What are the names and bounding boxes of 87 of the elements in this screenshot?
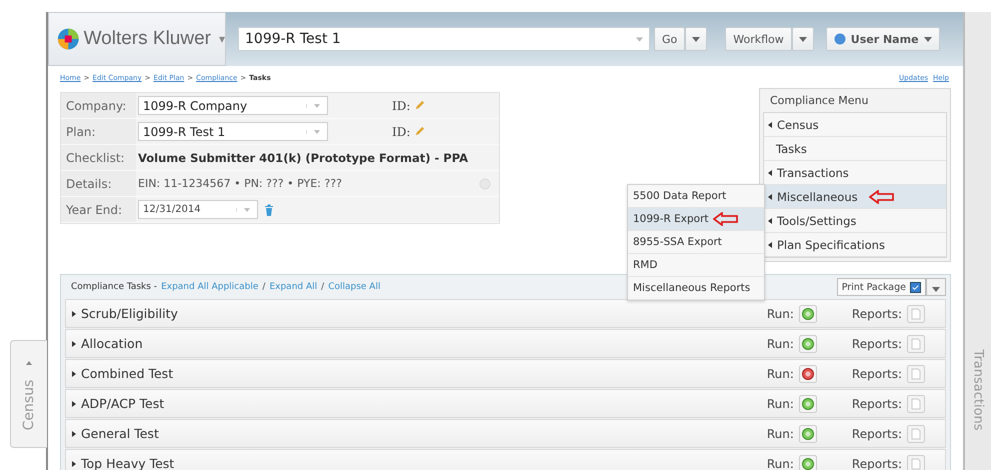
date-field[interactable]: 12/31/2014 xyxy=(138,200,258,219)
menu-title: Compliance Menu xyxy=(769,93,870,109)
pencil-icon[interactable] xyxy=(414,100,426,111)
dropdown-caret-icon xyxy=(636,36,643,42)
menu-item[interactable]: 1099-R Export xyxy=(628,208,764,231)
globe-logo-icon xyxy=(57,26,80,52)
report-document-icon[interactable] xyxy=(907,454,925,470)
expand-arrow-icon xyxy=(72,460,76,466)
run-label: Run: xyxy=(766,396,794,410)
link-separator: / xyxy=(262,282,266,292)
select-field[interactable]: 1099-R Company xyxy=(138,96,328,115)
run-status-icon[interactable] xyxy=(798,424,817,442)
link-separator: / xyxy=(321,282,324,292)
run-label: Run: xyxy=(766,366,794,380)
workflow-dropdown-button[interactable] xyxy=(792,27,814,51)
menu-item[interactable]: 8955-SSA Export xyxy=(628,231,764,254)
caret-icon xyxy=(932,286,940,292)
select-field[interactable]: 1099-R Test 1 xyxy=(138,122,328,141)
brand-menu[interactable]: Wolters Kluwer ▾ xyxy=(48,12,226,66)
task-row[interactable]: General Test Run: Reports: xyxy=(65,419,946,448)
reports-label: Reports: xyxy=(852,396,902,410)
run-status-icon[interactable] xyxy=(798,304,817,322)
report-document-icon[interactable] xyxy=(907,424,925,442)
menu-item[interactable]: Tasks xyxy=(764,137,946,161)
caret-icon xyxy=(798,36,807,42)
user-menu-button[interactable]: User Name xyxy=(826,27,940,51)
task-name: Allocation xyxy=(81,336,143,351)
reports-label: Reports: xyxy=(852,306,902,320)
print-dropdown-button[interactable] xyxy=(926,278,946,296)
go-button[interactable]: Go xyxy=(654,27,686,51)
report-document-icon[interactable] xyxy=(907,304,925,322)
left-arrow-icon xyxy=(768,170,772,176)
expand-arrow-icon xyxy=(72,430,76,436)
task-row[interactable]: Combined Test Run: Reports: xyxy=(65,359,946,388)
run-label: Run: xyxy=(766,456,794,470)
expand-arrow-icon xyxy=(72,310,76,316)
pencil-icon[interactable] xyxy=(414,126,426,137)
task-row[interactable]: ADP/ACP Test Run: Reports: xyxy=(65,389,946,418)
run-label: Run: xyxy=(766,306,794,320)
reports-label: Reports: xyxy=(852,456,902,470)
expand-arrow-icon xyxy=(72,340,76,346)
run-status-icon[interactable] xyxy=(798,364,817,382)
checklist-value: Volume Submitter 401(k) (Prototype Format) - PPA xyxy=(138,150,468,164)
menu-item[interactable]: Miscellaneous xyxy=(764,185,946,209)
reports-label: Reports: xyxy=(852,366,902,380)
menu-item[interactable]: Miscellaneous Reports xyxy=(628,277,764,300)
left-arrow-icon xyxy=(768,122,772,128)
panel-title: Compliance Tasks - xyxy=(71,282,158,292)
trash-icon[interactable] xyxy=(264,204,274,216)
details-value: EIN: 11-1234567 • PN: ??? • PYE: ??? xyxy=(138,177,343,190)
report-document-icon[interactable] xyxy=(907,334,925,352)
left-arrow-icon xyxy=(768,218,772,224)
task-row[interactable]: Scrub/Eligibility Run: Reports: xyxy=(65,299,946,328)
expand-arrow-icon xyxy=(72,370,76,376)
id-label: ID: xyxy=(392,124,410,138)
plan-search-field[interactable]: 1099-R Test 1 xyxy=(238,27,650,51)
reports-label: Reports: xyxy=(852,426,902,440)
expand-arrow-icon xyxy=(72,400,76,406)
left-arrow-icon xyxy=(768,194,772,200)
print-package-button[interactable]: Print Package xyxy=(836,278,926,296)
run-label: Run: xyxy=(766,426,794,440)
report-document-icon[interactable] xyxy=(907,394,925,412)
task-name: General Test xyxy=(81,426,159,441)
caret-icon xyxy=(692,36,700,42)
checkbox-icon xyxy=(910,282,921,292)
menu-item[interactable]: RMD xyxy=(628,254,764,277)
caret-icon xyxy=(26,361,32,365)
task-name: Combined Test xyxy=(81,366,174,381)
menu-item[interactable]: Census xyxy=(764,113,946,137)
run-status-icon[interactable] xyxy=(798,454,817,470)
go-dropdown-button[interactable] xyxy=(685,27,708,51)
workflow-button[interactable]: Workflow xyxy=(725,27,792,51)
report-document-icon[interactable] xyxy=(907,364,925,382)
run-status-icon[interactable] xyxy=(798,334,817,352)
annotation-arrow-icon xyxy=(712,212,739,226)
id-label: ID: xyxy=(392,98,410,112)
caret-icon xyxy=(924,36,932,42)
task-name: Scrub/Eligibility xyxy=(81,306,178,321)
run-label: Run: xyxy=(766,336,794,350)
user-icon xyxy=(834,33,846,45)
run-status-icon[interactable] xyxy=(798,394,817,412)
left-arrow-icon xyxy=(768,242,772,248)
task-row[interactable]: Allocation Run: Reports: xyxy=(65,329,946,358)
reports-label: Reports: xyxy=(852,336,902,350)
annotation-arrow-icon xyxy=(868,190,895,204)
task-name: ADP/ACP Test xyxy=(81,396,164,411)
side-tab-label: Census xyxy=(21,379,37,430)
